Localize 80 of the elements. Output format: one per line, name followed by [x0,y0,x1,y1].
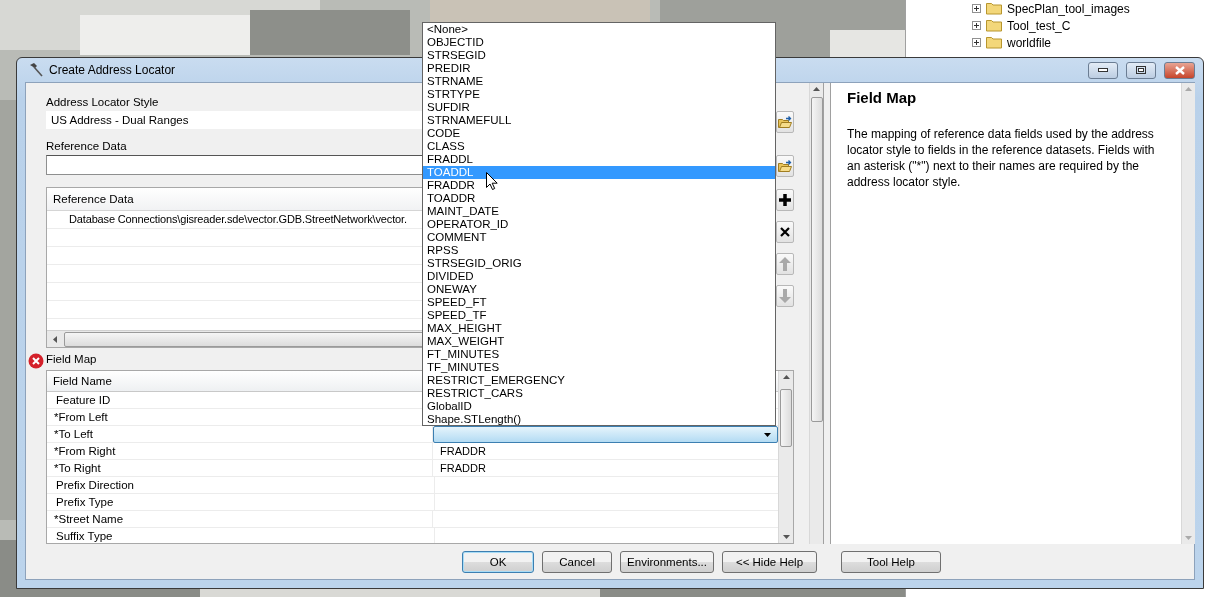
dialog-button[interactable]: Environments... [620,550,714,573]
table-cell: Prefix Direction [47,477,435,493]
window-title: Create Address Locator [49,63,176,77]
pointer-icon [486,172,498,190]
tree-item[interactable]: Tool_test_C [1007,18,1071,33]
dropdown-option[interactable]: OBJECTID [423,36,775,49]
help-text: The mapping of reference data fields used by the address locator style to fields in the reference datasets. Fields with an asterisk ("*") next to their names are required by the address locator style. [847,126,1156,190]
dialog-button[interactable]: OK [462,550,535,573]
minimize-button[interactable] [1088,61,1118,79]
plus-icon [779,194,791,206]
folder-icon [778,159,792,173]
dropdown-option[interactable]: CODE [423,127,775,140]
hammer-icon [28,62,44,78]
field-dropdown[interactable] [433,426,778,443]
table-cell: Suffix Type [47,528,435,543]
dropdown-option[interactable]: <None> [423,23,775,36]
maximize-button[interactable] [1126,61,1156,79]
dropdown-option[interactable]: RPSS [423,244,775,257]
folder-icon [986,19,1002,32]
dropdown-option[interactable]: TF_MINUTES [423,361,775,374]
scroll-left-icon[interactable] [53,335,58,343]
dropdown-option[interactable]: ONEWAY [423,283,775,296]
folder-icon [986,36,1002,49]
dropdown-option[interactable]: TOADDR [423,192,775,205]
down-arrow-icon [779,289,791,303]
tree-item[interactable]: worldfile [1007,35,1051,50]
dropdown-option[interactable]: OPERATOR_ID [423,218,775,231]
add-button[interactable] [776,189,794,211]
table-cell: *Street Name [47,511,433,527]
dropdown-option[interactable]: FRADDL [423,153,775,166]
dropdown-option[interactable]: Shape.STLength() [423,413,775,425]
dropdown-option[interactable]: STRSEGID_ORIG [423,257,775,270]
field-label: Field Map [46,352,97,366]
table-cell-text: FRADDR [439,444,487,459]
dropdown-option[interactable]: MAX_HEIGHT [423,322,775,335]
help-title: Field Map [847,89,918,106]
table-cell: *To Right [47,460,433,476]
table-cell: *From Right [47,443,433,459]
remove-button[interactable] [776,221,794,243]
tree-item[interactable]: SpecPlan_tool_images [1007,1,1130,16]
folder-icon [986,2,1002,15]
folder-icon [778,115,792,129]
dropdown-option[interactable]: STRNAME [423,75,775,88]
close-icon [1174,65,1185,75]
caret-icon [764,432,771,437]
dropdown-option[interactable]: STRNAMEFULL [423,114,775,127]
dropdown-option[interactable]: DIVIDED [423,270,775,283]
dropdown-option[interactable]: COMMENT [423,231,775,244]
table-cell: Prefix Type [47,494,435,510]
tool-help-button[interactable]: Tool Help [841,550,941,573]
dropdown-option[interactable]: FT_MINUTES [423,348,775,361]
field-label: Reference Data [46,139,127,153]
dropdown-option[interactable]: SUFDIR [423,101,775,114]
up-arrow-icon [779,257,791,271]
browse-button[interactable] [776,155,794,177]
expand-icon[interactable] [972,4,981,13]
dropdown-option[interactable]: SPEED_TF [423,309,775,322]
dropdown-option[interactable]: SPEED_FT [423,296,775,309]
scroll-up-icon[interactable] [813,87,820,91]
vertical-scrollbar[interactable] [778,371,793,543]
x-icon [780,227,790,237]
minimize-icon [1098,68,1108,72]
table-cell-text: Database Connections\gisreader.sde\vector.GDB.StreetNetwork\vector. [68,212,407,227]
dropdown-option[interactable]: PREDIR [423,62,775,75]
scroll-up-icon[interactable] [782,375,790,379]
dialog-button[interactable]: << Hide Help [722,550,817,573]
dropdown-option[interactable]: CLASS [423,140,775,153]
expand-icon[interactable] [972,21,981,30]
dropdown-option[interactable]: GlobalID [423,400,775,413]
table-cell-text: FRADDR [439,461,487,476]
dropdown-option[interactable]: STRTYPE [423,88,775,101]
expand-icon[interactable] [972,38,981,47]
close-button[interactable] [1164,61,1195,79]
dropdown-option[interactable]: STRSEGID [423,49,775,62]
field-label: Address Locator Style [46,95,159,109]
maximize-icon [1136,66,1146,74]
dialog-button[interactable]: Cancel [542,550,613,573]
vertical-scrollbar[interactable] [809,83,823,544]
dropdown-option[interactable]: RESTRICT_EMERGENCY [423,374,775,387]
browse-button[interactable] [776,111,794,133]
